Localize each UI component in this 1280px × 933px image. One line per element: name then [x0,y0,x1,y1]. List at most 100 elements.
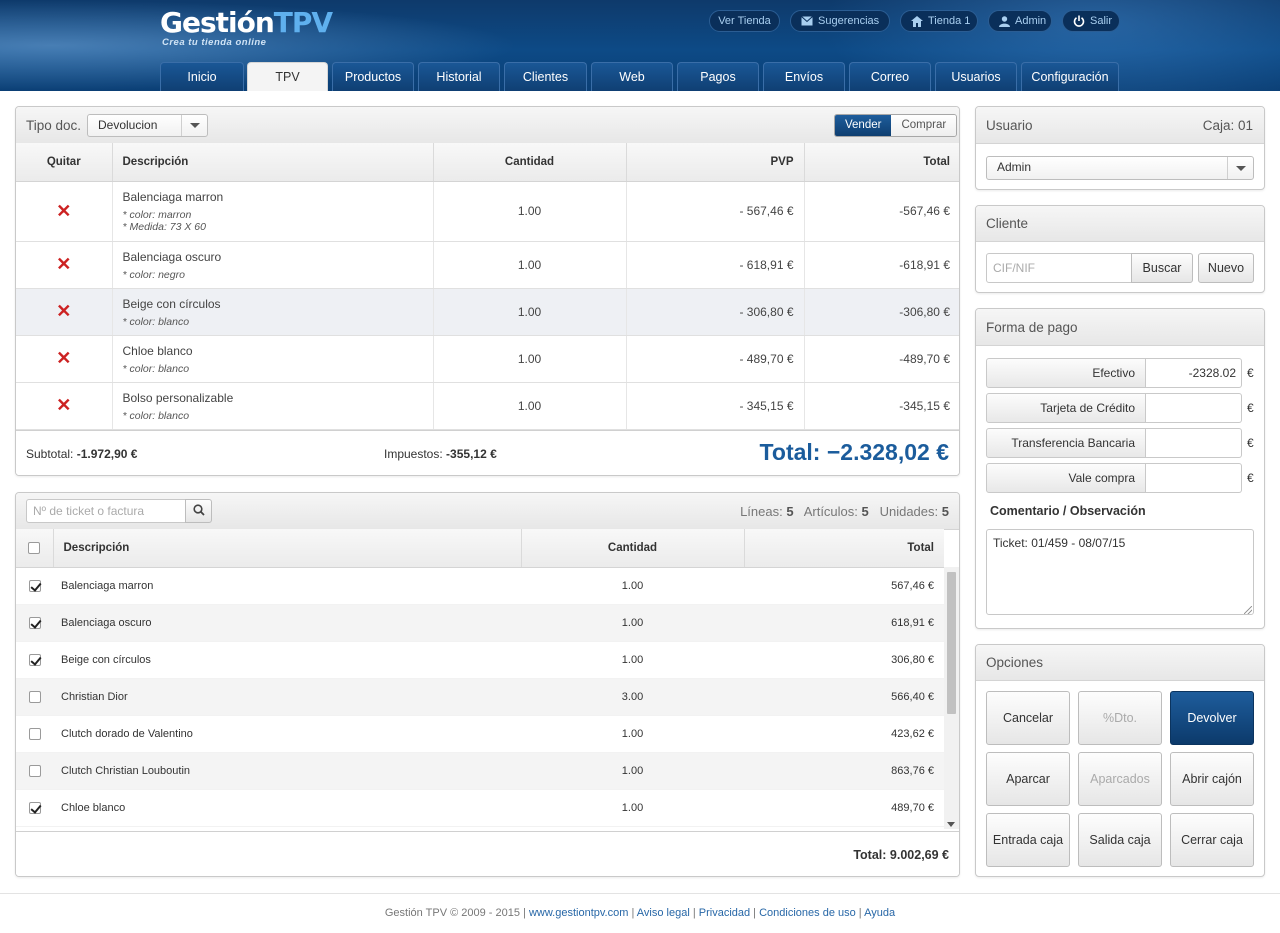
voucher-input[interactable] [1146,463,1242,493]
cash-input[interactable]: -2328.02 [1146,358,1242,388]
scroll-down-icon[interactable] [947,822,955,827]
new-client-button[interactable]: Nuevo [1198,253,1254,283]
table-row: ✕ Beige con círculos * color: blanco 1.00… [16,288,959,336]
item-name: Balenciaga marron [53,567,521,605]
tab-clientes[interactable]: Clientes [504,62,587,91]
remove-icon[interactable]: ✕ [16,254,112,275]
item-qty[interactable]: 1.00 [433,241,627,289]
resize-handle-icon[interactable] [1244,606,1252,614]
tab-correo[interactable]: Correo [849,62,931,91]
item-qty: 1.00 [521,604,744,642]
cash-register-label: Caja: 01 [1202,118,1253,133]
park-button[interactable]: Aparcar [986,752,1070,806]
item-total: 489,70 € [744,789,944,827]
row-checkbox[interactable] [28,801,41,814]
legal-link[interactable]: Aviso legal [637,907,690,919]
help-link[interactable]: Ayuda [864,907,895,919]
scrollbar-thumb[interactable] [947,572,956,714]
store-selector-link[interactable]: Tienda 1 [900,10,978,32]
buy-mode-button[interactable]: Comprar [891,115,957,136]
logo-tagline: Crea tu tienda online [162,37,267,48]
search-button[interactable] [185,499,212,523]
row-checkbox[interactable] [28,579,41,592]
row-checkbox[interactable] [28,690,41,703]
return-button[interactable]: Devolver [1170,691,1254,745]
item-total: 566,40 € [744,678,944,716]
card-input[interactable] [1146,393,1242,423]
cash-out-button[interactable]: Salida caja [1078,813,1162,867]
terms-link[interactable]: Condiciones de uso [759,907,856,919]
item-name: Bolso personalizable [122,390,234,405]
col-description: Descripción [53,529,522,568]
item-qty[interactable]: 1.00 [433,335,627,383]
discount-button[interactable]: %Dto. [1078,691,1162,745]
view-store-link[interactable]: Ver Tienda [709,10,780,32]
admin-link[interactable]: Admin [988,10,1052,32]
item-qty: 3.00 [521,678,744,716]
currency-label: € [1247,366,1254,380]
select-all-checkbox[interactable] [28,541,41,554]
item-qty[interactable]: 1.00 [433,382,627,430]
open-drawer-button[interactable]: Abrir cajón [1170,752,1254,806]
tab-pagos[interactable]: Pagos [677,62,759,91]
item-qty[interactable]: 1.00 [433,288,627,336]
row-checkbox[interactable] [28,764,41,777]
table-row[interactable]: Clutch Christian Louboutin 1.00 863,76 € [16,752,944,790]
site-link[interactable]: www.gestiontpv.com [529,907,628,919]
close-register-button[interactable]: Cerrar caja [1170,813,1254,867]
item-qty[interactable]: 1.00 [433,181,627,242]
tab-historial[interactable]: Historial [418,62,500,91]
cif-input[interactable]: CIF/NIF [986,253,1132,283]
table-row[interactable]: Beige con círculos 1.00 306,80 € [16,641,944,679]
tab-configuracion[interactable]: Configuración [1021,62,1119,91]
sell-mode-button[interactable]: Vender [835,115,892,136]
remove-icon[interactable]: ✕ [16,348,112,369]
cash-in-button[interactable]: Entrada caja [986,813,1070,867]
lookup-toolbar: Nº de ticket o factura Líneas: 5 Artícul… [16,493,959,530]
item-name: Balenciaga oscuro [122,249,222,264]
remove-icon[interactable]: ✕ [16,395,112,416]
privacy-link[interactable]: Privacidad [699,907,750,919]
item-option: * color: marron [122,208,192,221]
row-checkbox[interactable] [28,616,41,629]
col-total: Total [804,143,959,182]
table-row[interactable]: Christian Dior 3.00 566,40 € [16,678,944,716]
tab-tpv[interactable]: TPV [247,62,328,91]
header: GestiónTPV Crea tu tienda online Ver Tie… [0,0,1280,91]
table-row[interactable]: Balenciaga oscuro 1.00 618,91 € [16,604,944,642]
table-row[interactable]: Chloe blanco 1.00 489,70 € [16,789,944,827]
table-row[interactable]: Balenciaga marron 1.00 567,46 € [16,567,944,605]
item-total: 618,91 € [744,604,944,642]
remove-icon[interactable]: ✕ [16,201,112,222]
item-total: -345,15 € [804,382,959,430]
ticket-search-input[interactable]: Nº de ticket o factura [26,499,186,523]
tab-productos[interactable]: Productos [332,62,414,91]
ticket-toolbar: Tipo doc. Devolucion Vender Comprar [16,107,959,144]
parked-button[interactable]: Aparcados [1078,752,1162,806]
item-total: -618,91 € [804,241,959,289]
doc-type-select[interactable]: Devolucion [87,114,208,137]
item-option: * color: blanco [122,362,190,375]
tab-inicio[interactable]: Inicio [160,62,244,91]
lookup-counts: Líneas: 5 Artículos: 5 Unidades: 5 [740,504,949,519]
comment-label: Comentario / Observación [990,504,1146,518]
cancel-button[interactable]: Cancelar [986,691,1070,745]
search-client-button[interactable]: Buscar [1131,253,1193,283]
tab-envios[interactable]: Envíos [763,62,845,91]
suggestions-link[interactable]: Sugerencias [790,10,890,32]
ticket-panel: Tipo doc. Devolucion Vender Comprar Quit… [15,106,960,476]
logout-link[interactable]: Salir [1062,10,1120,32]
user-select[interactable]: Admin [986,156,1254,180]
item-total: -489,70 € [804,335,959,383]
lookup-scrollbar[interactable] [944,567,959,829]
tab-usuarios[interactable]: Usuarios [935,62,1017,91]
copyright: Gestión TPV © 2009 - 2015 | [384,907,526,919]
row-checkbox[interactable] [28,653,41,666]
table-row[interactable]: Clutch dorado de Valentino 1.00 423,62 € [16,715,944,753]
transfer-input[interactable] [1146,428,1242,458]
row-checkbox[interactable] [28,727,41,740]
tab-web[interactable]: Web [591,62,673,91]
comment-textarea[interactable]: Ticket: 01/459 - 08/07/15 [986,529,1254,615]
item-qty: 1.00 [521,567,744,605]
remove-icon[interactable]: ✕ [16,301,112,322]
